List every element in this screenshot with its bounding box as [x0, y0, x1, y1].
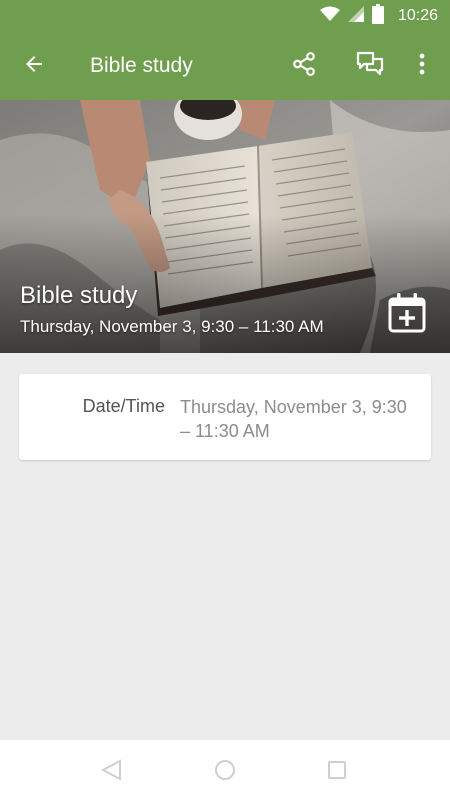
- nav-home-button[interactable]: [211, 758, 239, 786]
- share-button[interactable]: [284, 46, 324, 86]
- add-to-calendar-button[interactable]: [384, 292, 430, 338]
- share-icon: [291, 51, 317, 82]
- event-hero: Bible study Thursday, November 3, 9:30 –…: [0, 100, 450, 353]
- back-triangle-icon: [100, 758, 122, 786]
- back-button[interactable]: [14, 46, 54, 86]
- nav-recents-button[interactable]: [323, 758, 351, 786]
- battery-icon: [371, 3, 384, 29]
- calendar-add-icon: [387, 292, 427, 339]
- discuss-button[interactable]: [350, 46, 390, 86]
- nav-back-button[interactable]: [97, 758, 125, 786]
- date-time-value: Thursday, November 3, 9:30 – 11:30 AM: [180, 397, 407, 441]
- more-vert-icon: [418, 52, 426, 81]
- arrow-back-icon: [22, 52, 46, 81]
- more-options-button[interactable]: [402, 46, 442, 86]
- cellular-signal-icon: [347, 5, 364, 27]
- hero-gradient: [0, 100, 450, 353]
- app-bar: Bible study: [0, 32, 450, 100]
- recents-square-icon: [327, 760, 347, 785]
- date-time-label: Date/Time: [82, 396, 165, 416]
- app-title: Bible study: [90, 54, 193, 77]
- status-icons: 10:26: [319, 0, 438, 32]
- event-title: Bible study: [20, 282, 138, 309]
- system-nav-bar: [0, 740, 450, 800]
- chat-icon: [356, 51, 384, 82]
- home-circle-icon: [214, 759, 236, 786]
- event-detail-screen: 10:26 Bible study Bible study Thursday, …: [0, 0, 450, 800]
- event-details-card: Date/Time Thursday, November 3, 9:30 – 1…: [19, 374, 431, 460]
- status-time: 10:26: [397, 7, 438, 24]
- event-datetime: Thursday, November 3, 9:30 – 11:30 AM: [20, 317, 324, 336]
- status-bar: 10:26: [0, 0, 450, 32]
- wifi-icon: [319, 6, 340, 27]
